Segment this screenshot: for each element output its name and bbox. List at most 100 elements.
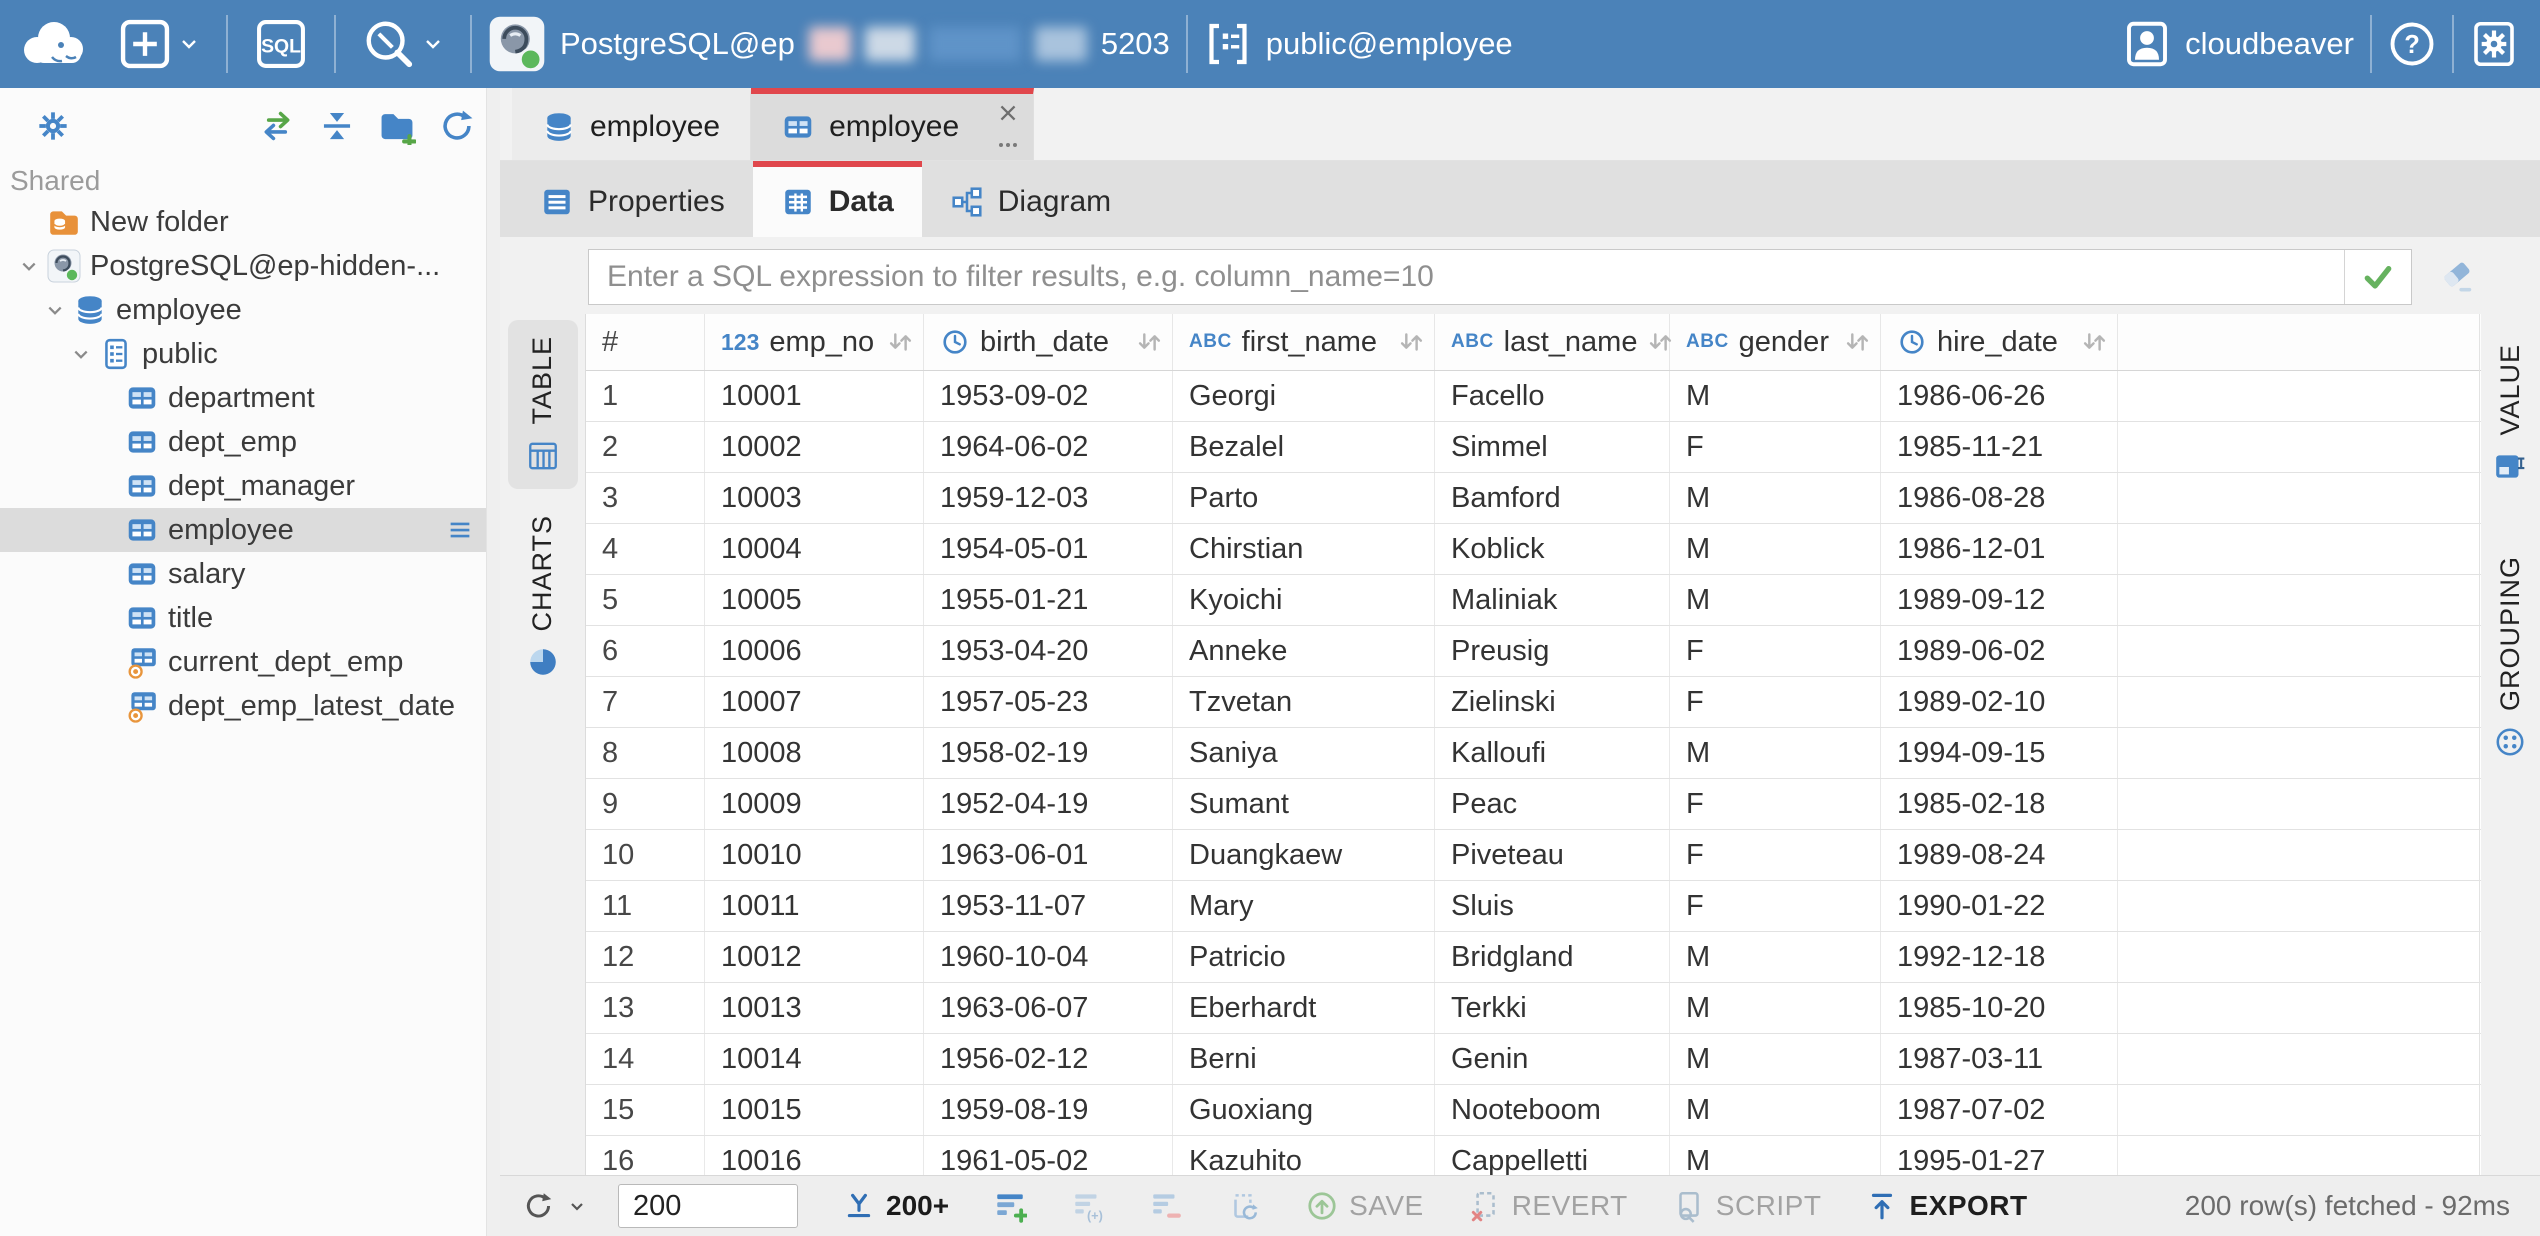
grid-cell[interactable]: Bamford [1435, 473, 1670, 523]
row-number[interactable]: 11 [586, 881, 705, 931]
grid-cell[interactable]: Cappelletti [1435, 1136, 1670, 1176]
refresh-icon[interactable] [438, 107, 476, 145]
grid-cell[interactable]: 1953-04-20 [924, 626, 1173, 676]
grid-cell[interactable]: 1986-12-01 [1881, 524, 2118, 574]
column-header-emp_no[interactable]: 123emp_no [705, 314, 924, 370]
tree-item-title[interactable]: title [0, 596, 500, 640]
grid-cell[interactable]: M [1670, 1136, 1881, 1176]
grid-cell[interactable]: Simmel [1435, 422, 1670, 472]
row-number[interactable]: 1 [586, 371, 705, 421]
grid-cell[interactable]: Georgi [1173, 371, 1435, 421]
row-number[interactable]: 16 [586, 1136, 705, 1176]
grid-cell[interactable]: F [1670, 779, 1881, 829]
sync-connections-icon[interactable] [258, 107, 296, 145]
close-icon[interactable] [993, 98, 1023, 128]
grid-cell[interactable]: M [1670, 1034, 1881, 1084]
grid-cell[interactable]: Bridgland [1435, 932, 1670, 982]
grid-cell[interactable]: 1963-06-07 [924, 983, 1173, 1033]
tab-table-presentation[interactable]: TABLE [508, 320, 578, 489]
script-button[interactable]: SCRIPT [1672, 1189, 1822, 1223]
revert-button[interactable]: REVERT [1468, 1189, 1628, 1223]
grid-cell[interactable]: M [1670, 575, 1881, 625]
grid-cell[interactable]: 1989-09-12 [1881, 575, 2118, 625]
column-header-birth_date[interactable]: birth_date [924, 314, 1173, 370]
connection-selector[interactable]: PostgreSQL@ep 5203 [488, 15, 1170, 73]
sort-icon[interactable] [2079, 327, 2109, 357]
tree-item-new-folder[interactable]: New folder [0, 200, 500, 244]
grid-cell[interactable]: Mary [1173, 881, 1435, 931]
grid-cell[interactable]: Saniya [1173, 728, 1435, 778]
grid-cell[interactable]: 1985-11-21 [1881, 422, 2118, 472]
grid-cell[interactable]: 1989-08-24 [1881, 830, 2118, 880]
sidebar-scrollbar[interactable] [486, 88, 500, 1236]
grid-cell[interactable]: 1985-02-18 [1881, 779, 2118, 829]
grid-cell[interactable]: 1963-06-01 [924, 830, 1173, 880]
row-number[interactable]: 5 [586, 575, 705, 625]
grid-cell[interactable]: 10006 [705, 626, 924, 676]
grid-cell[interactable]: Preusig [1435, 626, 1670, 676]
grid-cell[interactable]: 1995-01-27 [1881, 1136, 2118, 1176]
grid-cell[interactable]: M [1670, 728, 1881, 778]
cloudbeaver-logo-icon[interactable] [16, 13, 94, 75]
tree-item-salary[interactable]: salary [0, 552, 500, 596]
grid-cell[interactable]: F [1670, 677, 1881, 727]
tree-item-postgresql-ep-hidden[interactable]: PostgreSQL@ep-hidden-... [0, 244, 500, 288]
grid-cell[interactable]: Sluis [1435, 881, 1670, 931]
settings-gear-icon[interactable] [2470, 20, 2518, 68]
schema-selector[interactable]: public@employee [1204, 20, 1513, 68]
grid-cell[interactable]: 1954-05-01 [924, 524, 1173, 574]
grid-cell[interactable]: 1959-08-19 [924, 1085, 1173, 1135]
row-number[interactable]: 3 [586, 473, 705, 523]
grid-cell[interactable]: 1956-02-12 [924, 1034, 1173, 1084]
grid-cell[interactable]: 1959-12-03 [924, 473, 1173, 523]
grid-cell[interactable]: Koblick [1435, 524, 1670, 574]
grid-cell[interactable]: Chirstian [1173, 524, 1435, 574]
grid-cell[interactable]: 10014 [705, 1034, 924, 1084]
auto-refresh-icon[interactable] [1227, 1189, 1261, 1223]
sql-filter-input[interactable] [589, 250, 2344, 304]
refresh-results-button[interactable] [522, 1189, 588, 1223]
grid-cell[interactable]: Terkki [1435, 983, 1670, 1033]
driver-manager-button[interactable] [352, 17, 454, 71]
collapse-all-icon[interactable] [318, 107, 356, 145]
tree-item-current-dept-emp[interactable]: current_dept_emp [0, 640, 500, 684]
tree-item-dept-emp[interactable]: dept_emp [0, 420, 500, 464]
tree-item-dept-emp-latest-date[interactable]: dept_emp_latest_date [0, 684, 500, 728]
grid-cell[interactable]: 1955-01-21 [924, 575, 1173, 625]
tab-employee-table[interactable]: employee [751, 88, 1034, 160]
grid-cell[interactable]: 1994-09-15 [1881, 728, 2118, 778]
user-menu[interactable]: cloudbeaver [2123, 20, 2354, 68]
grid-cell[interactable]: F [1670, 830, 1881, 880]
grid-cell[interactable]: Eberhardt [1173, 983, 1435, 1033]
column-header-gender[interactable]: ABCgender [1670, 314, 1881, 370]
grid-cell[interactable]: 1987-03-11 [1881, 1034, 2118, 1084]
grid-cell[interactable]: M [1670, 983, 1881, 1033]
delete-row-icon[interactable] [1149, 1189, 1183, 1223]
sidebar-settings-gear-icon[interactable] [34, 107, 72, 145]
grid-cell[interactable]: Kyoichi [1173, 575, 1435, 625]
grid-cell[interactable]: 1986-06-26 [1881, 371, 2118, 421]
grid-cell[interactable]: 10002 [705, 422, 924, 472]
column-header-last_name[interactable]: ABClast_name [1435, 314, 1670, 370]
tree-item-public[interactable]: public [0, 332, 500, 376]
grid-cell[interactable]: Bezalel [1173, 422, 1435, 472]
grid-cell[interactable]: 10005 [705, 575, 924, 625]
duplicate-row-icon[interactable]: (+) [1071, 1189, 1105, 1223]
sql-editor-button[interactable]: SQL [244, 17, 318, 71]
grid-cell[interactable]: F [1670, 626, 1881, 676]
grid-cell[interactable]: 1957-05-23 [924, 677, 1173, 727]
sort-icon[interactable] [1842, 327, 1872, 357]
row-number[interactable]: 2 [586, 422, 705, 472]
grid-cell[interactable]: Kazuhito [1173, 1136, 1435, 1176]
row-number[interactable]: 4 [586, 524, 705, 574]
grid-cell[interactable]: 1961-05-02 [924, 1136, 1173, 1176]
tree-expander[interactable] [68, 341, 99, 367]
grid-cell[interactable]: M [1670, 371, 1881, 421]
grid-cell[interactable]: Guoxiang [1173, 1085, 1435, 1135]
grid-cell[interactable]: M [1670, 524, 1881, 574]
grid-cell[interactable]: Maliniak [1435, 575, 1670, 625]
grid-cell[interactable]: Parto [1173, 473, 1435, 523]
grid-cell[interactable]: Facello [1435, 371, 1670, 421]
tree-item-employee[interactable]: employee [0, 508, 500, 552]
save-button[interactable]: SAVE [1305, 1189, 1424, 1223]
